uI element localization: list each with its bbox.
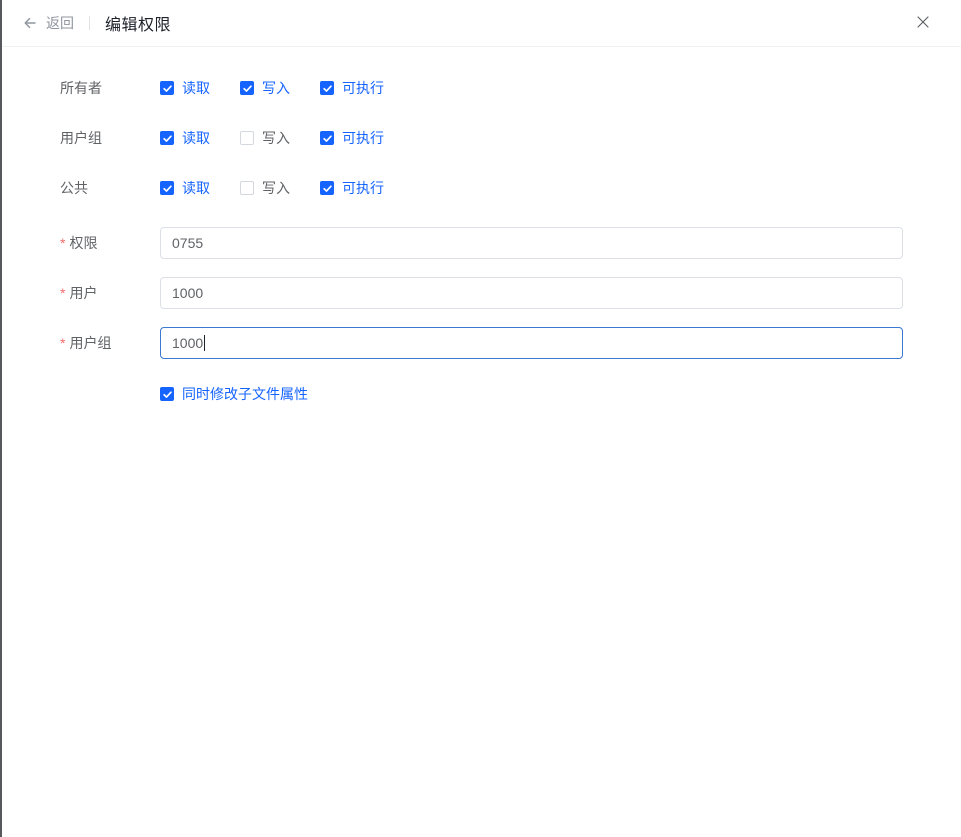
field-row-usergroup: * 用户组 1000 — [60, 327, 961, 359]
checkbox-check-icon — [160, 131, 174, 145]
input-value: 1000 — [172, 285, 204, 301]
footer-row: 同时修改子文件属性 — [160, 384, 961, 404]
text-caret — [204, 335, 206, 351]
required-asterisk: * — [60, 335, 66, 351]
input-value: 0755 — [172, 235, 204, 251]
field-label-text: 用户组 — [69, 335, 112, 351]
owner-execute-checkbox[interactable]: 可执行 — [320, 78, 384, 98]
row-label-group: 用户组 — [60, 130, 102, 146]
input-value: 1000 — [172, 335, 204, 351]
page-title: 编辑权限 — [105, 17, 172, 34]
group-execute-checkbox[interactable]: 可执行 — [320, 128, 384, 148]
field-row-mode: * 权限 0755 — [60, 227, 961, 259]
close-icon — [916, 15, 930, 32]
permission-row-public: 公共 读取 写入 可执行 — [60, 177, 961, 199]
user-input[interactable]: 1000 — [160, 277, 903, 309]
checkbox-check-icon — [240, 131, 254, 145]
group-read-checkbox[interactable]: 读取 — [160, 128, 210, 148]
required-asterisk: * — [60, 235, 66, 251]
checkbox-label: 写入 — [262, 180, 290, 196]
checkbox-label: 读取 — [182, 180, 210, 196]
checkbox-check-icon — [320, 181, 334, 195]
mode-input[interactable]: 0755 — [160, 227, 903, 259]
permission-row-group: 用户组 读取 写入 可执行 — [60, 127, 961, 149]
row-label-public: 公共 — [60, 180, 88, 196]
permissions-form: 所有者 读取 写入 可执行 用户组 读取 写入 可执行 公共 读取 写入 可执行… — [2, 47, 961, 404]
field-label-usergroup: * 用户组 — [60, 333, 160, 353]
checkbox-check-icon — [160, 181, 174, 195]
checkbox-label: 写入 — [262, 80, 290, 96]
apply-to-children-checkbox[interactable]: 同时修改子文件属性 — [160, 384, 308, 404]
field-label-mode: * 权限 — [60, 233, 160, 253]
back-button[interactable]: 返回 — [22, 13, 74, 33]
checkbox-label: 同时修改子文件属性 — [182, 386, 308, 402]
field-label-user: * 用户 — [60, 283, 160, 303]
checkbox-label: 可执行 — [342, 180, 384, 196]
edit-permissions-panel: 返回 编辑权限 所有者 读取 写入 可执行 用户组 读取 写入 可执行 公共 读… — [0, 0, 961, 837]
owner-write-checkbox[interactable]: 写入 — [240, 78, 290, 98]
checkbox-check-icon — [320, 81, 334, 95]
permission-row-owner: 所有者 读取 写入 可执行 — [60, 77, 961, 99]
close-button[interactable] — [913, 13, 933, 33]
checkbox-check-icon — [160, 81, 174, 95]
owner-read-checkbox[interactable]: 读取 — [160, 78, 210, 98]
header-divider — [89, 16, 90, 30]
back-label: 返回 — [46, 15, 74, 31]
panel-header: 返回 编辑权限 — [2, 0, 961, 47]
checkbox-check-icon — [160, 387, 174, 401]
group-write-checkbox[interactable]: 写入 — [240, 128, 290, 148]
checkbox-label: 写入 — [262, 130, 290, 146]
checkbox-label: 可执行 — [342, 80, 384, 96]
required-asterisk: * — [60, 285, 66, 301]
checkbox-label: 读取 — [182, 130, 210, 146]
checkbox-label: 可执行 — [342, 130, 384, 146]
checkbox-check-icon — [240, 81, 254, 95]
arrow-left-icon — [22, 15, 38, 31]
public-execute-checkbox[interactable]: 可执行 — [320, 178, 384, 198]
field-row-user: * 用户 1000 — [60, 277, 961, 309]
usergroup-input[interactable]: 1000 — [160, 327, 903, 359]
checkbox-label: 读取 — [182, 80, 210, 96]
field-label-text: 权限 — [69, 235, 98, 251]
checkbox-check-icon — [240, 181, 254, 195]
checkbox-check-icon — [320, 131, 334, 145]
field-label-text: 用户 — [69, 285, 98, 301]
row-label-owner: 所有者 — [60, 80, 102, 96]
public-write-checkbox[interactable]: 写入 — [240, 178, 290, 198]
public-read-checkbox[interactable]: 读取 — [160, 178, 210, 198]
